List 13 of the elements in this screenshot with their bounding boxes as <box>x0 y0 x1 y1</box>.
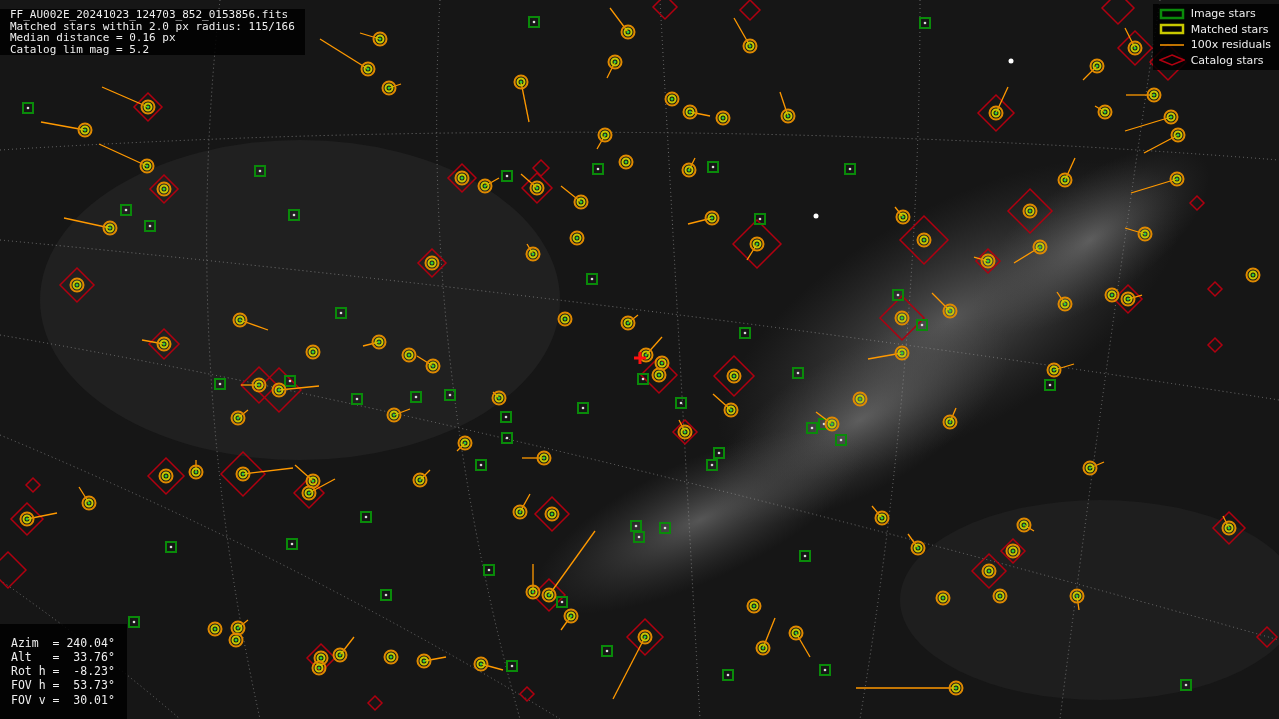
pointing-info-text: FOV v = 30.01° <box>11 692 115 707</box>
legend-label: 100x residuals <box>1190 38 1271 52</box>
file-info-text: FF_AU002E_20241023_124703_852_0153856.fits <box>10 9 290 21</box>
file-info-text: Catalog lim mag = 5.2 <box>10 43 151 55</box>
legend-label: Catalog stars <box>1190 53 1264 67</box>
file-info-text: Median distance = 0.16 px <box>10 32 176 44</box>
pointing-info-text: FOV h = 53.73° <box>11 678 115 693</box>
file-info-text: Matched stars within 2.0 px radius: 115/166 <box>10 20 295 32</box>
pointing-info-text: Rot h = -8.23° <box>11 664 115 679</box>
pointing-info-text: Alt = 33.76° <box>11 649 115 665</box>
legend-label: Image stars <box>1190 7 1256 21</box>
pointing-info-text: Azim = 240.04° <box>11 635 115 650</box>
legend-label: Matched stars <box>1190 22 1269 36</box>
